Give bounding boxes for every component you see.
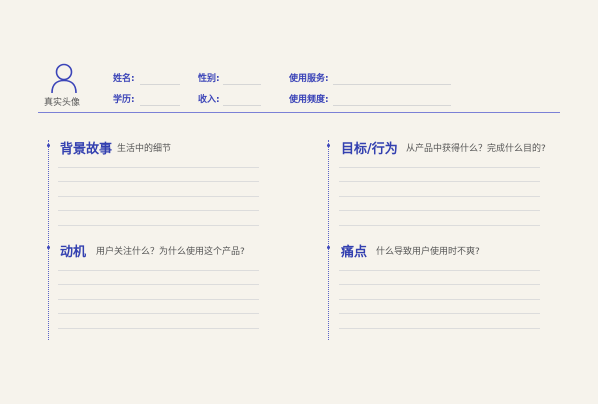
background-lines[interactable] [58,153,259,226]
gender-field[interactable]: 性别: [198,71,261,85]
avatar[interactable]: 真实头像 [44,62,84,108]
user-icon [51,63,77,94]
service-field[interactable]: 使用服务: [289,71,451,85]
name-input-line[interactable] [140,84,180,85]
service-label: 使用服务: [289,74,329,84]
left-timeline [48,140,49,340]
education-field[interactable]: 学历: [113,92,180,106]
frequency-input-line[interactable] [333,105,451,106]
motivation-lines[interactable] [58,256,259,329]
pain-points-lines[interactable] [339,256,540,329]
name-field[interactable]: 姓名: [113,71,180,85]
education-label: 学历: [113,95,135,105]
background-bullet [47,144,50,147]
motivation-bullet [47,246,50,249]
gender-input-line[interactable] [223,84,261,85]
frequency-label: 使用频度: [289,95,329,105]
goals-bullet [327,144,330,147]
income-label: 收入: [198,95,220,105]
education-input-line[interactable] [140,105,180,106]
header-divider [38,112,560,113]
frequency-field[interactable]: 使用频度: [289,92,451,106]
goals-lines[interactable] [339,153,540,226]
avatar-caption: 真实头像 [43,98,80,108]
income-input-line[interactable] [223,105,261,106]
name-label: 姓名: [113,74,135,84]
service-input-line[interactable] [333,84,451,85]
income-field[interactable]: 收入: [198,92,261,106]
right-timeline [328,140,329,340]
gender-label: 性别: [198,74,220,84]
pain-points-bullet [327,246,330,249]
